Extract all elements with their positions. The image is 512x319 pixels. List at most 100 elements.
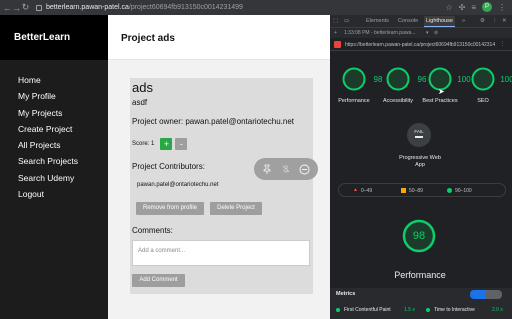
sidebar-item-create-project[interactable]: Create Project	[18, 121, 78, 137]
legend-average-range: 50–89	[409, 188, 423, 194]
legend-fail-range: 0–49	[361, 188, 373, 194]
performance-gauge-large: 98	[402, 219, 436, 253]
metric-value: 1.5 s	[404, 307, 415, 313]
brand-logo[interactable]: BetterLearn	[14, 32, 70, 43]
sidebar: BetterLearn Home My Profile My Projects …	[0, 15, 108, 319]
detail-view-toggle[interactable]	[486, 290, 502, 299]
kebab-icon[interactable]: ⋮	[492, 18, 498, 24]
upvote-button[interactable]: +	[160, 138, 173, 150]
more-tabs-button[interactable]: »	[462, 18, 465, 24]
dropdown-chevron-icon[interactable]: ▾	[426, 30, 429, 36]
comment-input[interactable]: Add a comment...	[132, 240, 310, 266]
tab-elements[interactable]: Elements	[366, 18, 389, 24]
metric-value: 2.0 s	[492, 307, 503, 313]
add-icon[interactable]: +	[334, 30, 337, 36]
performance-title: Performance	[394, 270, 446, 280]
project-description: asdf	[132, 98, 148, 107]
pass-circle-icon	[447, 188, 452, 193]
pass-dot-icon	[336, 308, 340, 312]
floating-toolbar	[254, 158, 318, 180]
score-legend: ▲ 0–49 50–89 90–100	[338, 183, 506, 197]
report-url-bar: https://betterlearn.pawan-patel.ca/proje…	[330, 38, 512, 51]
devtools-tabbar: ⬚ ▭ Elements Console Lighthouse » ⚙ ⋮ ✕	[330, 15, 512, 28]
mouse-cursor-icon: ➤	[438, 87, 445, 96]
metrics-section: Metrics First Contentful Paint 1.5 s Tim…	[330, 288, 512, 319]
pwa-badge-text: FAIL	[414, 129, 424, 134]
puzzle-icon[interactable]: ✣	[459, 3, 466, 12]
tab-lighthouse[interactable]: Lighthouse	[424, 16, 455, 27]
sidebar-item-all-projects[interactable]: All Projects	[18, 137, 78, 153]
media-icon[interactable]: ≡	[471, 3, 476, 12]
gauge-value: 100	[500, 75, 512, 84]
devtools-panel: ⬚ ▭ Elements Console Lighthouse » ⚙ ⋮ ✕ …	[330, 15, 512, 319]
mute-icon[interactable]	[280, 163, 292, 175]
report-url: https://betterlearn.pawan-patel.ca/proje…	[345, 42, 495, 48]
forward-arrow-icon[interactable]: →	[12, 3, 21, 13]
downvote-button[interactable]: -	[175, 138, 188, 150]
fail-triangle-icon: ▲	[353, 187, 358, 193]
browser-toolbar: ← → ↻ betterlearn.pawan-patel.ca/project…	[0, 0, 512, 15]
contributors-title: Project Contributors:	[132, 162, 205, 171]
average-square-icon	[401, 188, 406, 193]
lock-icon[interactable]	[36, 4, 42, 11]
pwa-badge[interactable]: FAIL	[407, 123, 431, 147]
address-bar[interactable]: betterlearn.pawan-patel.ca/project60694f…	[46, 4, 243, 11]
report-selector[interactable]: 1:33:08 PM - betterlearn.pawa...	[344, 30, 415, 36]
pwa-label: Progressive Web App	[399, 155, 441, 168]
project-card: ads asdf Project owner: pawan.patel@onta…	[130, 78, 313, 294]
pass-dot-icon	[426, 308, 430, 312]
sidebar-item-my-profile[interactable]: My Profile	[18, 88, 78, 104]
gauge-seo[interactable]: 100	[471, 67, 512, 91]
page-header: Project ads	[108, 15, 330, 60]
url-host: betterlearn.pawan-patel.ca	[46, 4, 129, 11]
legend-pass-range: 90–100	[455, 188, 472, 194]
sidebar-item-my-projects[interactable]: My Projects	[18, 105, 78, 121]
sidebar-header: BetterLearn	[0, 15, 108, 60]
main-content: ads asdf Project owner: pawan.patel@onta…	[108, 60, 330, 319]
remove-from-profile-button[interactable]: Remove from profile	[136, 202, 204, 215]
menu-dots-icon[interactable]: ⋮	[498, 3, 506, 12]
gear-icon[interactable]: ⚙	[480, 18, 485, 24]
gauge-label: Performance	[338, 98, 370, 104]
project-owner: Project owner: pawan.patel@ontariotechu.…	[132, 117, 294, 126]
report-menu-icon[interactable]: ⋮	[500, 41, 505, 47]
profile-avatar[interactable]: P	[482, 2, 492, 12]
sidebar-item-logout[interactable]: Logout	[18, 186, 78, 202]
sidebar-item-home[interactable]: Home	[18, 72, 78, 88]
score-label: Score: 1	[132, 141, 155, 147]
metric-name: Time to Interactive	[434, 307, 475, 313]
tab-console[interactable]: Console	[398, 18, 418, 24]
end-call-icon[interactable]	[299, 163, 311, 175]
lighthouse-toolbar: + 1:33:08 PM - betterlearn.pawa... ▾ ⊘	[330, 28, 512, 38]
inspect-icon[interactable]: ⬚	[333, 18, 338, 24]
score-row: Score: 1 + -	[132, 138, 188, 150]
sidebar-item-search-udemy[interactable]: Search Udemy	[18, 170, 78, 186]
metrics-title: Metrics	[336, 291, 356, 297]
clear-icon[interactable]: ⊘	[434, 30, 438, 36]
gauge-accessibility[interactable]: 96	[386, 67, 426, 91]
device-toggle-icon[interactable]: ▭	[344, 18, 349, 24]
close-icon[interactable]: ✕	[502, 18, 507, 24]
performance-score: 98	[412, 230, 426, 242]
comments-label: Comments:	[132, 226, 173, 235]
reload-icon[interactable]: ↻	[21, 2, 30, 13]
gauge-label: Best Practices	[422, 98, 458, 104]
pwa-dash-icon	[415, 136, 423, 138]
sidebar-item-search-projects[interactable]: Search Projects	[18, 153, 78, 169]
sidebar-nav: Home My Profile My Projects Create Proje…	[18, 72, 78, 202]
add-comment-button[interactable]: Add Comment	[132, 274, 185, 287]
project-name: ads	[132, 80, 153, 95]
contributor-item: pawan.patel@ontariotechu.net	[137, 182, 219, 188]
metric-name: First Contentful Paint	[344, 307, 391, 313]
pin-icon[interactable]	[261, 163, 273, 175]
back-arrow-icon[interactable]: ←	[3, 3, 12, 13]
lighthouse-logo-icon	[334, 41, 341, 48]
gauge-label: Accessibility	[383, 98, 413, 104]
list-view-toggle[interactable]	[470, 290, 486, 299]
delete-project-button[interactable]: Delete Project	[210, 202, 262, 215]
star-icon[interactable]: ☆	[445, 3, 452, 12]
page-title: Project ads	[121, 33, 175, 44]
gauge-performance[interactable]: 98	[342, 67, 382, 91]
gauge-label: SEO	[477, 98, 489, 104]
url-path: /project60694fb913150c0014231499	[128, 4, 243, 11]
